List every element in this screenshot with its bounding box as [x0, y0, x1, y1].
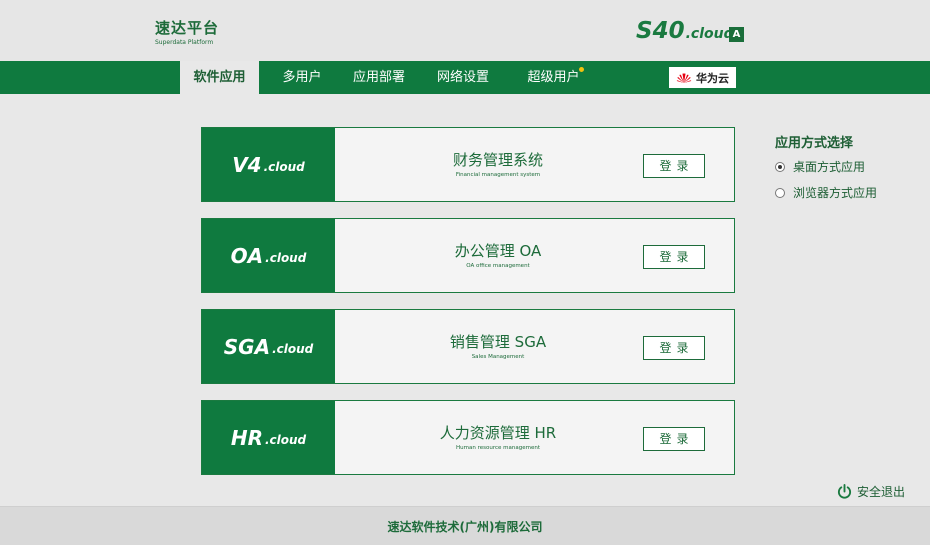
header: 速达平台 Superdata Platform S40 .cloud A [0, 0, 930, 61]
brand-subtitle: Superdata Platform [155, 39, 214, 46]
radio-button[interactable] [775, 187, 785, 198]
nav-item-super-user-label: 超级用户 [527, 70, 580, 85]
app-logo-main: OA [230, 243, 264, 268]
notification-dot [579, 67, 584, 72]
app-logo: HR .cloud [202, 401, 335, 474]
app-subtitle: Human resource management [456, 445, 540, 451]
huawei-logo-icon [676, 72, 692, 83]
product-name: S40 [636, 18, 685, 44]
radio-browser-mode[interactable]: 浏览器方式应用 [775, 184, 877, 201]
product-logo: S40 .cloud [636, 18, 734, 44]
app-logo: OA .cloud [202, 219, 335, 292]
app-logo-suffix: .cloud [263, 160, 305, 174]
login-button[interactable]: 登录 [643, 245, 705, 269]
app-subtitle: Financial management system [455, 172, 541, 178]
login-button[interactable]: 登录 [643, 336, 705, 360]
main-nav: 软件应用 多用户 应用部署 网络设置 超级用户 华为云 [0, 61, 930, 94]
logout-label: 安全退出 [857, 485, 906, 499]
app-logo-main: HR [230, 425, 263, 450]
radio-button-checked[interactable] [775, 161, 785, 172]
login-button[interactable]: 登录 [643, 154, 705, 178]
app-title: 人力资源管理 HR [439, 424, 557, 442]
font-size-button[interactable]: A [729, 27, 744, 42]
nav-item-super-user[interactable]: 超级用户 [526, 61, 584, 94]
app-title: 办公管理 OA [454, 242, 542, 260]
app-card-oa: OA .cloud 办公管理 OA OA office management 登录 [201, 218, 735, 293]
brand-logo: 速达平台 Superdata Platform [155, 18, 219, 47]
nav-item-app-deployment[interactable]: 应用部署 [350, 61, 408, 94]
footer: 速达软件技术(广州)有限公司 [0, 506, 930, 545]
nav-item-network-settings[interactable]: 网络设置 [434, 61, 492, 94]
app-logo-suffix: .cloud [272, 342, 314, 356]
app-logo-suffix: .cloud [264, 433, 307, 447]
nav-item-multi-user[interactable]: 多用户 [276, 61, 328, 94]
huawei-cloud-label: 华为云 [696, 71, 729, 85]
nav-item-software-apps[interactable]: 软件应用 [180, 61, 259, 94]
logout-button[interactable]: 安全退出 [837, 483, 905, 500]
login-button[interactable]: 登录 [643, 427, 705, 451]
app-card-hr: HR .cloud 人力资源管理 HR Human resource manage… [201, 400, 735, 475]
app-logo-main: V4 [232, 152, 262, 177]
app-subtitle: OA office management [466, 263, 530, 269]
app-card-finance: V4 .cloud 财务管理系统 Financial management sys… [201, 127, 735, 202]
company-name: 速达软件技术(广州)有限公司 [387, 520, 543, 534]
app-title: 财务管理系统 [452, 151, 543, 169]
app-subtitle: Sales Management [471, 354, 525, 360]
app-card-sga: SGA .cloud 销售管理 SGA Sales Management 登录 [201, 309, 735, 384]
brand-title: 速达平台 [155, 19, 220, 37]
app-logo: SGA .cloud [202, 310, 335, 383]
huawei-cloud-button[interactable]: 华为云 [669, 67, 736, 88]
app-title: 销售管理 SGA [449, 333, 547, 351]
mode-select-title: 应用方式选择 [775, 136, 854, 151]
radio-label: 桌面方式应用 [793, 160, 866, 174]
power-icon [837, 484, 852, 499]
product-suffix: .cloud [685, 26, 734, 42]
app-logo: V4 .cloud [202, 128, 335, 201]
app-logo-suffix: .cloud [265, 251, 307, 265]
app-logo-main: SGA [223, 334, 271, 359]
radio-label: 浏览器方式应用 [793, 186, 878, 200]
radio-desktop-mode[interactable]: 桌面方式应用 [775, 158, 865, 175]
